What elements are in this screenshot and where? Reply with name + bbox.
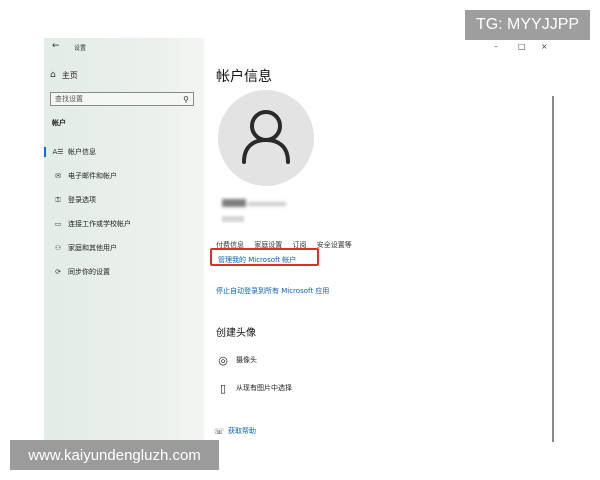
sidebar-item-email-accounts[interactable]: ✉ 电子邮件和帐户 [44,168,204,184]
blurred-user-name [222,197,292,211]
avatar [218,90,314,186]
key-icon: ⚿ [55,195,61,204]
section-title: 帐户 [52,119,66,127]
camera-icon: ◎ [218,353,228,367]
scrollbar[interactable] [552,96,554,442]
sidebar-item-label: 家庭和其他用户 [68,244,117,252]
sync-icon: ⟳ [55,268,61,276]
highlight-box [210,248,319,266]
home-icon: ⌂ [50,70,56,80]
person-icon [242,110,290,164]
create-avatar-heading: 创建头像 [216,328,256,339]
sidebar-item-family-users[interactable]: ⚇ 家庭和其他用户 [44,240,204,256]
sidebar-item-label: 电子邮件和帐户 [68,172,117,180]
sidebar-item-work-school[interactable]: ▭ 连接工作或学校帐户 [44,216,204,232]
sidebar: ← 设置 ⌂ 主页 ⚲ 帐户 A☰ 帐户信息 ✉ 电子邮件和帐户 ⚿ 登录选项 … [44,38,204,440]
watermark-bottom: www.kaiyundengluzh.com [10,440,219,470]
person-card-icon: A☰ [52,148,64,156]
mail-icon: ✉ [55,172,61,180]
help-chat-icon: ☏ [214,426,225,436]
blurred-account-type [222,216,244,222]
sidebar-item-sync-settings[interactable]: ⟳ 同步你的设置 [44,264,204,280]
get-help-link[interactable]: ☏ 获取帮助 [214,426,256,436]
close-button[interactable]: × [541,42,548,51]
link-security[interactable]: 安全设置等 [317,241,352,249]
picture-icon: ▯ [219,381,227,395]
sidebar-item-label: 帐户信息 [68,148,96,156]
browse-picture-option[interactable]: ▯ 从现有图片中选择 [216,380,292,396]
sidebar-item-sign-in-options[interactable]: ⚿ 登录选项 [44,192,204,208]
browse-label: 从现有图片中选择 [236,384,292,392]
search-icon[interactable]: ⚲ [183,95,189,104]
camera-option[interactable]: ◎ 摄像头 [216,352,257,368]
camera-label: 摄像头 [236,356,257,364]
sidebar-item-label: 连接工作或学校帐户 [68,220,131,228]
help-label: 获取帮助 [228,427,257,435]
sidebar-item-label: 同步你的设置 [68,268,110,276]
page-title: 帐户信息 [216,69,272,85]
maximize-button[interactable]: □ [518,42,526,51]
minimize-button[interactable]: – [494,42,498,51]
back-arrow-icon[interactable]: ← [52,41,60,51]
watermark-top-right: TG: MYYJJPP [465,10,590,40]
search-box[interactable]: ⚲ [50,92,194,106]
stop-auto-sign-in-link[interactable]: 停止自动登录到所有 Microsoft 应用 [216,286,329,296]
sidebar-item-home[interactable]: ⌂ 主页 [50,68,78,82]
title-bar: ← 设置 [44,38,204,58]
briefcase-icon: ▭ [54,220,62,228]
home-label: 主页 [61,70,78,80]
search-input[interactable] [55,95,184,103]
sidebar-item-account-info[interactable]: A☰ 帐户信息 [44,144,204,160]
app-title: 设置 [74,45,87,52]
sidebar-item-label: 登录选项 [68,196,96,204]
person-add-icon: ⚇ [54,244,62,252]
